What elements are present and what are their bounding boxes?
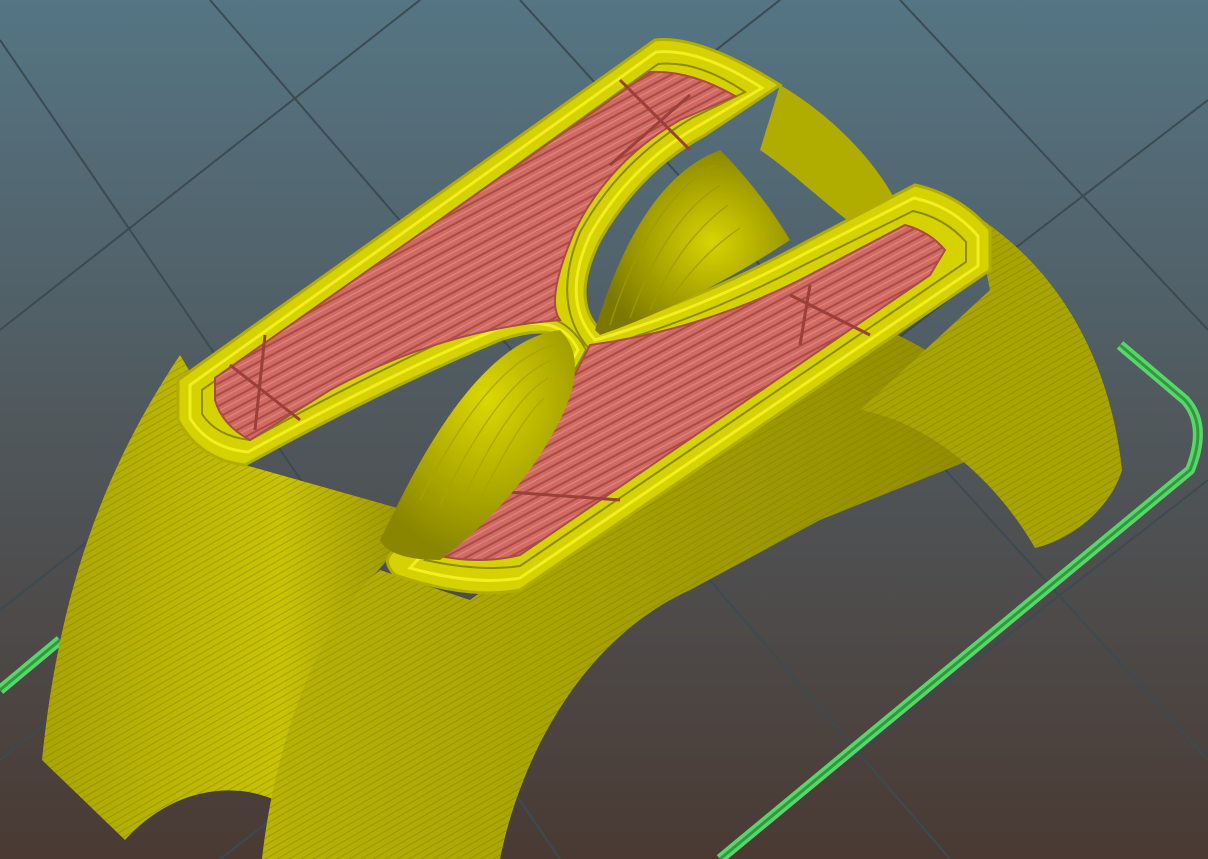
scene-canvas[interactable] <box>0 0 1208 859</box>
3d-viewport[interactable] <box>0 0 1208 859</box>
